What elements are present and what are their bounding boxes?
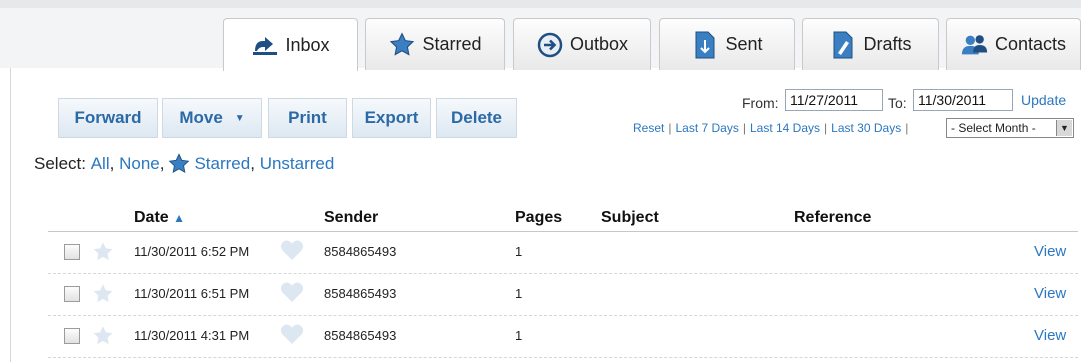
- tab-sent[interactable]: Sent: [659, 18, 795, 70]
- tab-label: Contacts: [994, 34, 1067, 54]
- comma: ,: [159, 154, 165, 173]
- select-all-link[interactable]: All: [91, 154, 110, 174]
- tab-outbox[interactable]: Outbox: [513, 18, 651, 70]
- row-pages: 1: [515, 286, 523, 301]
- comma: ,: [250, 154, 255, 173]
- row-checkbox[interactable]: [64, 286, 80, 302]
- select-month-value: - Select Month -: [951, 121, 1036, 135]
- tab-contacts[interactable]: Contacts: [946, 18, 1081, 70]
- export-button[interactable]: Export: [352, 98, 431, 138]
- select-none-link[interactable]: None: [119, 154, 160, 174]
- forward-button[interactable]: Forward: [58, 98, 158, 138]
- table-row[interactable]: 11/30/2011 6:51 PM 8584865493 1 View: [48, 274, 1078, 316]
- fax-inbox-icon: [251, 31, 279, 59]
- row-sender: 8584865493: [324, 244, 397, 259]
- separator: |: [905, 121, 909, 135]
- last-30-days-link[interactable]: Last 30 Days: [831, 121, 901, 135]
- select-starred-link[interactable]: Starred: [194, 154, 250, 174]
- row-checkbox[interactable]: [64, 244, 80, 260]
- print-label: Print: [288, 108, 327, 127]
- selection-controls: Select: All, None, Starred, Unstarred: [34, 153, 334, 175]
- tab-label: Starred: [422, 34, 482, 54]
- people-icon: [961, 31, 989, 59]
- date-range-links: Reset | Last 7 Days | Last 14 Days | Last 30 D…: [633, 121, 912, 135]
- date-column-header[interactable]: Date ▲: [134, 209, 185, 227]
- view-link[interactable]: View: [1034, 285, 1066, 302]
- reset-link[interactable]: Reset: [633, 121, 664, 135]
- select-unstarred-link[interactable]: Unstarred: [260, 154, 335, 174]
- star-toggle-icon[interactable]: [92, 241, 114, 268]
- table-header: Date ▲ Sender Pages Subject Reference: [48, 204, 1078, 232]
- table-row[interactable]: 11/30/2011 4:31 PM 8584865493 1 View: [48, 316, 1078, 358]
- content-border: [10, 68, 11, 362]
- view-link[interactable]: View: [1034, 243, 1066, 260]
- sender-column-header[interactable]: Sender: [324, 209, 378, 227]
- to-date-input[interactable]: [913, 89, 1013, 111]
- arrow-right-circle-icon: [536, 31, 564, 59]
- export-label: Export: [364, 108, 419, 127]
- star-icon: [168, 153, 190, 175]
- row-checkbox[interactable]: [64, 328, 80, 344]
- tab-label: Sent: [725, 34, 763, 54]
- move-label: Move: [179, 108, 223, 127]
- select-label: Select:: [34, 154, 86, 173]
- tab-label: Drafts: [863, 34, 912, 54]
- sent-document-icon: [691, 31, 719, 59]
- from-date-input[interactable]: [785, 89, 883, 111]
- row-pages: 1: [515, 328, 523, 343]
- sort-ascending-icon: ▲: [173, 211, 186, 225]
- move-button[interactable]: Move ▼: [162, 98, 262, 138]
- tab-label: Outbox: [569, 34, 629, 54]
- top-edge: [0, 0, 1081, 8]
- separator: |: [668, 121, 672, 135]
- tab-label: Inbox: [285, 34, 330, 55]
- row-date: 11/30/2011 4:31 PM: [134, 328, 250, 343]
- row-pages: 1: [515, 244, 523, 259]
- forward-label: Forward: [74, 108, 142, 127]
- table-row[interactable]: 11/30/2011 6:52 PM 8584865493 1 View: [48, 232, 1078, 274]
- subject-column-header[interactable]: Subject: [601, 209, 659, 227]
- tab-drafts[interactable]: Drafts: [802, 18, 939, 70]
- row-sender: 8584865493: [324, 286, 397, 301]
- last-7-days-link[interactable]: Last 7 Days: [675, 121, 738, 135]
- tab-starred[interactable]: Starred: [365, 18, 505, 70]
- chevron-down-icon[interactable]: ▼: [1056, 120, 1072, 136]
- separator: |: [742, 121, 746, 135]
- separator: |: [824, 121, 828, 135]
- tab-inbox[interactable]: Inbox: [223, 18, 358, 71]
- delete-label: Delete: [450, 108, 503, 127]
- caret-down-icon: ▼: [234, 112, 245, 124]
- comma: ,: [109, 154, 115, 173]
- heart-icon[interactable]: [280, 323, 304, 350]
- pages-column-header[interactable]: Pages: [515, 209, 562, 227]
- star-icon: [388, 31, 416, 59]
- last-14-days-link[interactable]: Last 14 Days: [750, 121, 820, 135]
- row-date: 11/30/2011 6:52 PM: [134, 244, 250, 259]
- heart-icon[interactable]: [280, 239, 304, 266]
- reference-column-header[interactable]: Reference: [794, 209, 871, 227]
- row-date: 11/30/2011 6:51 PM: [134, 286, 250, 301]
- to-label: To:: [888, 95, 907, 111]
- star-toggle-icon[interactable]: [92, 283, 114, 310]
- view-link[interactable]: View: [1034, 327, 1066, 344]
- date-header-label: Date: [134, 209, 169, 226]
- row-sender: 8584865493: [324, 328, 397, 343]
- update-link[interactable]: Update: [1021, 92, 1066, 108]
- heart-icon[interactable]: [280, 281, 304, 308]
- delete-button[interactable]: Delete: [436, 98, 517, 138]
- print-button[interactable]: Print: [268, 98, 347, 138]
- from-label: From:: [742, 95, 779, 111]
- drafts-document-icon: [829, 31, 857, 59]
- select-month-dropdown[interactable]: - Select Month - ▼: [946, 118, 1074, 138]
- star-toggle-icon[interactable]: [92, 325, 114, 352]
